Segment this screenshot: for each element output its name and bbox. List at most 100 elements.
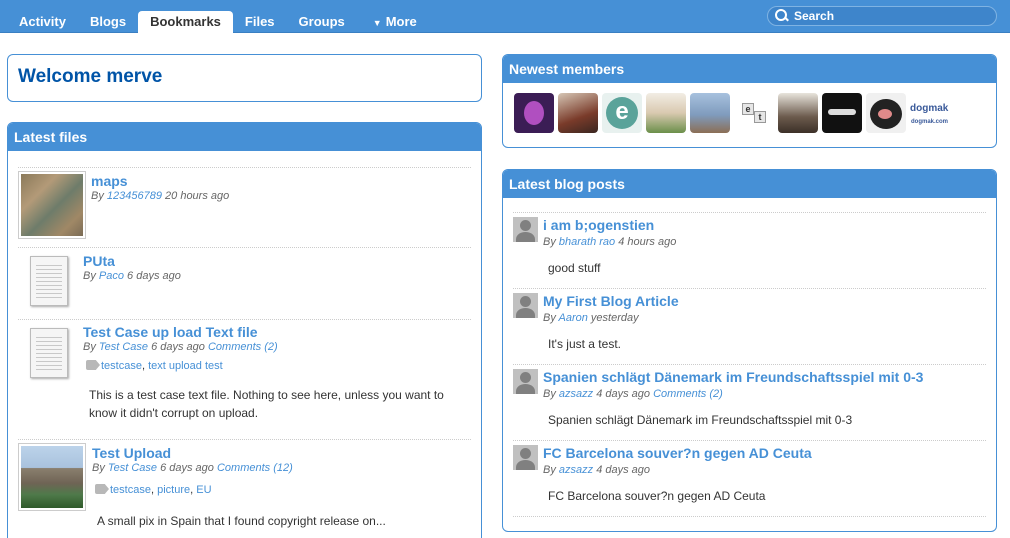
author-link[interactable]: azsazz xyxy=(559,388,593,400)
author-link[interactable]: Test Case xyxy=(108,462,157,474)
tab-bookmarks[interactable]: Bookmarks xyxy=(138,11,233,33)
file-tags: testcase, text upload test xyxy=(86,360,223,372)
file-title-link[interactable]: maps xyxy=(91,173,128,189)
file-title-link[interactable]: Test Case up load Text file xyxy=(83,324,258,340)
blog-post-title-link[interactable]: FC Barcelona souver?n gegen AD Ceuta xyxy=(543,445,812,461)
user-avatar-icon[interactable] xyxy=(513,445,538,470)
blog-post-excerpt: good stuff xyxy=(548,261,601,275)
file-meta: By Test Case 6 days ago Comments (2) xyxy=(83,341,278,353)
tab-more[interactable]: ▼ More xyxy=(361,11,429,33)
tag-link[interactable]: text upload test xyxy=(148,360,223,372)
file-meta: By Paco 6 days ago xyxy=(83,270,181,282)
file-item: maps By 123456789 20 hours ago xyxy=(18,167,471,247)
file-title-link[interactable]: Test Upload xyxy=(92,445,171,461)
tab-blogs[interactable]: Blogs xyxy=(78,11,138,33)
timestamp: 20 hours ago xyxy=(165,190,230,202)
logo-subtext: dogmak.com xyxy=(911,119,949,125)
member-avatar-guitarist-icon[interactable] xyxy=(558,93,598,133)
timestamp: 6 days ago xyxy=(127,270,181,282)
blog-post-meta: By azsazz 4 days ago Comments (2) xyxy=(543,388,723,400)
tab-files[interactable]: Files xyxy=(233,11,287,33)
map-image-icon xyxy=(21,174,83,236)
user-avatar-icon[interactable] xyxy=(513,369,538,394)
newest-members-panel: Newest members e et dogmak dogmak.com xyxy=(502,54,997,148)
member-avatar-pig-icon[interactable] xyxy=(866,93,906,133)
by-label: By xyxy=(543,388,556,400)
building-photo-icon xyxy=(21,446,83,508)
author-link[interactable]: 123456789 xyxy=(107,190,162,202)
blog-post-item: Spanien schlägt Dänemark im Freundschaft… xyxy=(513,364,986,440)
file-thumbnail-map[interactable] xyxy=(18,171,86,239)
user-avatar-icon[interactable] xyxy=(513,293,538,318)
author-link[interactable]: azsazz xyxy=(559,464,593,476)
latest-files-heading: Latest files xyxy=(8,123,481,151)
comments-link[interactable]: Comments (12) xyxy=(217,462,293,474)
text-document-icon[interactable] xyxy=(30,328,68,378)
file-meta: By 123456789 20 hours ago xyxy=(91,190,229,202)
latest-blog-posts-panel: Latest blog posts i am b;ogenstien By bh… xyxy=(502,169,997,532)
by-label: By xyxy=(83,270,96,282)
member-avatar-logo-icon[interactable]: dogmak dogmak.com xyxy=(910,93,950,133)
member-avatar-letter-cubes-icon[interactable]: et xyxy=(734,93,774,133)
by-label: By xyxy=(91,190,104,202)
file-tags: testcase, picture, EU xyxy=(95,484,212,496)
latest-blog-posts-heading: Latest blog posts xyxy=(503,170,996,198)
timestamp: 4 days ago xyxy=(596,464,651,476)
file-item: Test Upload By Test Case 6 days ago Comm… xyxy=(18,439,471,538)
tag-icon xyxy=(86,360,100,370)
timestamp: 6 days ago xyxy=(160,462,214,474)
blog-post-item: FC Barcelona souver?n gegen AD Ceuta By … xyxy=(513,440,986,516)
caret-down-icon: ▼ xyxy=(372,18,382,28)
file-thumbnail-photo[interactable] xyxy=(18,443,86,511)
blog-post-excerpt: It's just a test. xyxy=(548,337,621,351)
author-link[interactable]: Test Case xyxy=(99,341,148,353)
member-avatar-calligraphy-icon[interactable] xyxy=(822,93,862,133)
tab-activity[interactable]: Activity xyxy=(7,11,78,33)
timestamp: yesterday xyxy=(590,312,639,324)
timestamp: 6 days ago xyxy=(151,341,205,353)
member-avatar-cartoon-icon[interactable] xyxy=(514,93,554,133)
file-item: Test Case up load Text file By Test Case… xyxy=(18,319,471,439)
search-box[interactable] xyxy=(767,6,997,26)
timestamp: 4 days ago xyxy=(596,388,651,400)
file-meta: By Test Case 6 days ago Comments (12) xyxy=(92,462,293,474)
tag-icon xyxy=(95,484,109,494)
member-avatar-landscape-icon[interactable] xyxy=(690,93,730,133)
file-item: PUta By Paco 6 days ago xyxy=(18,247,471,319)
blog-list-end-divider xyxy=(513,516,986,517)
blog-post-item: My First Blog Article By Aaron yesterday… xyxy=(513,288,986,364)
user-avatar-icon[interactable] xyxy=(513,217,538,242)
tab-groups[interactable]: Groups xyxy=(287,11,357,33)
member-avatar-man-portrait-icon[interactable] xyxy=(778,93,818,133)
tag-link[interactable]: picture xyxy=(157,484,190,496)
author-link[interactable]: Aaron xyxy=(559,312,588,324)
tag-link[interactable]: testcase xyxy=(110,484,151,496)
blog-post-item: i am b;ogenstien By bharath rao 4 hours … xyxy=(513,212,986,288)
tab-more-label: More xyxy=(385,14,417,29)
by-label: By xyxy=(543,312,556,324)
search-input[interactable] xyxy=(794,9,984,23)
blog-post-title-link[interactable]: My First Blog Article xyxy=(543,293,679,309)
by-label: By xyxy=(543,464,556,476)
author-link[interactable]: Paco xyxy=(99,270,124,282)
newest-members-heading: Newest members xyxy=(503,55,996,83)
nav-tabs: Activity Blogs Bookmarks Files Groups ▼ M… xyxy=(7,11,429,33)
text-document-icon[interactable] xyxy=(30,256,68,306)
member-avatar-man-smiling-icon[interactable] xyxy=(646,93,686,133)
by-label: By xyxy=(83,341,96,353)
author-link[interactable]: bharath rao xyxy=(559,236,615,248)
blog-post-title-link[interactable]: Spanien schlägt Dänemark im Freundschaft… xyxy=(543,369,923,385)
file-title-link[interactable]: PUta xyxy=(83,253,115,269)
comments-link[interactable]: Comments (2) xyxy=(208,341,278,353)
latest-files-panel: Latest files maps By 123456789 20 hours … xyxy=(7,122,482,538)
top-navigation-bar: Activity Blogs Bookmarks Files Groups ▼ M… xyxy=(0,0,1010,33)
tag-link[interactable]: testcase xyxy=(101,360,142,372)
comments-link[interactable]: Comments (2) xyxy=(653,388,723,400)
by-label: By xyxy=(543,236,556,248)
search-icon xyxy=(774,8,790,24)
tag-link[interactable]: EU xyxy=(196,484,211,496)
timestamp: 4 hours ago xyxy=(618,236,677,248)
blog-post-title-link[interactable]: i am b;ogenstien xyxy=(543,217,654,233)
member-avatar-letter-e-icon[interactable]: e xyxy=(602,93,642,133)
blog-post-meta: By bharath rao 4 hours ago xyxy=(543,236,676,248)
